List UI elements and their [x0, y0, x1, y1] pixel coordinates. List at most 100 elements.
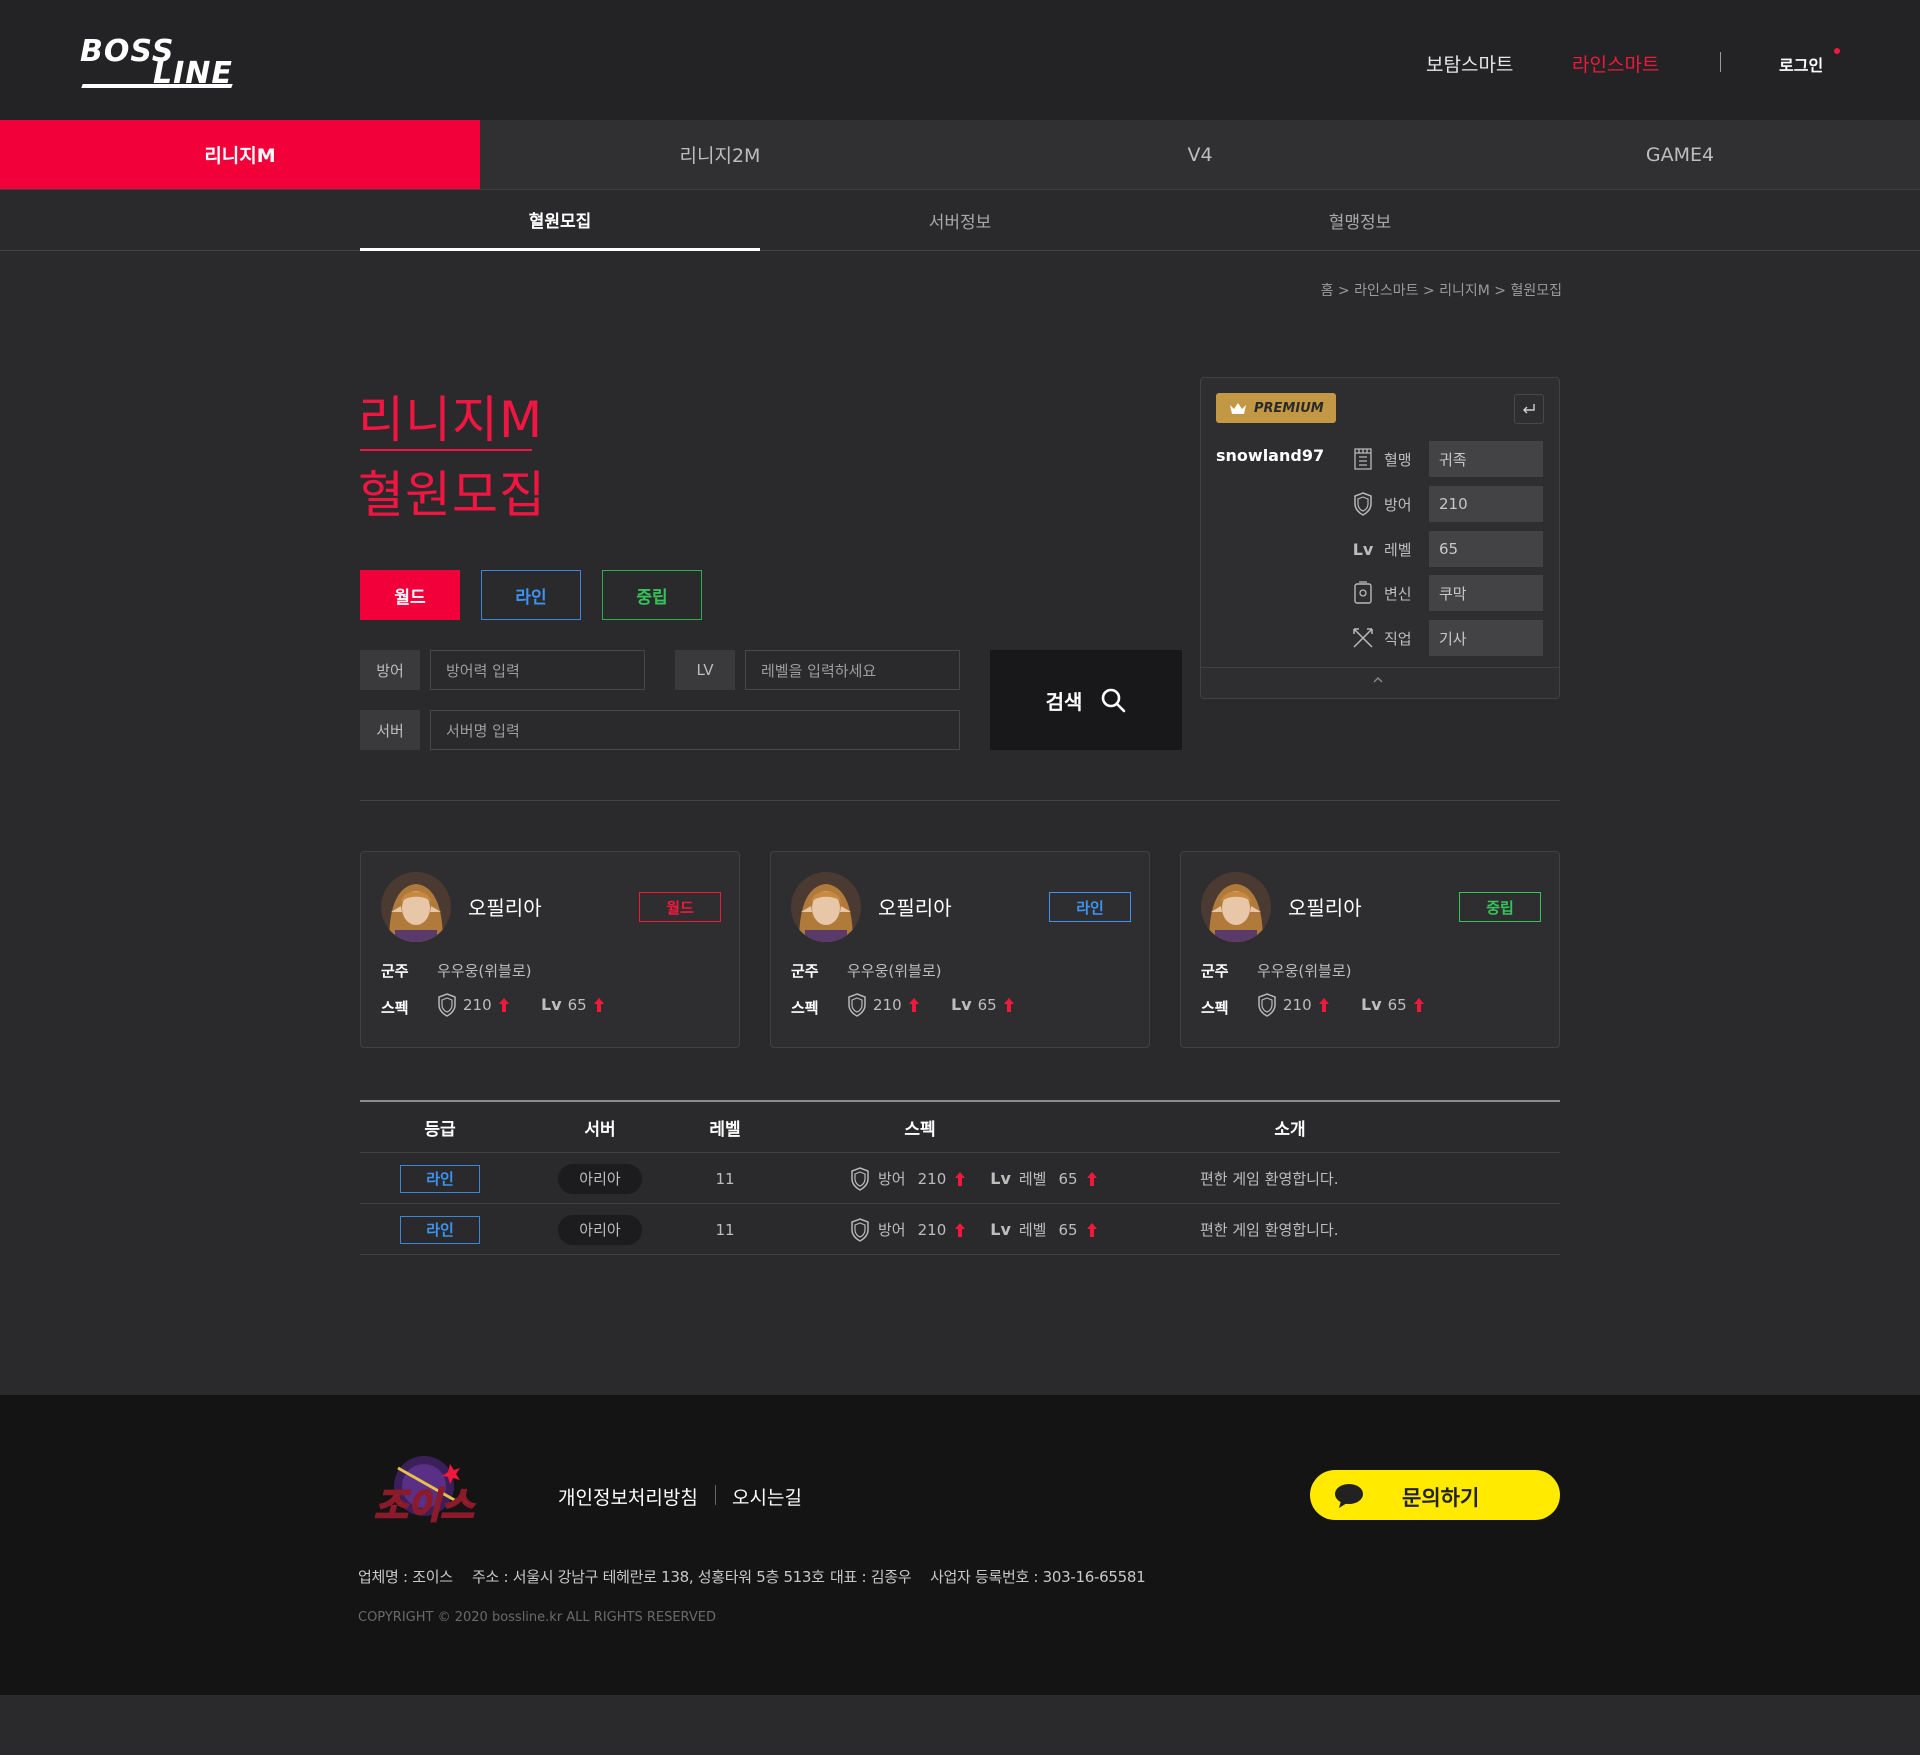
shield-icon — [438, 993, 456, 1017]
tab-game4[interactable]: GAME4 — [1440, 120, 1920, 189]
arrow-up-icon — [1318, 998, 1329, 1012]
transform-icon — [1349, 579, 1377, 607]
panel-defense-label: 방어 — [1384, 496, 1412, 514]
inquiry-button[interactable]: 문의하기 — [1310, 1470, 1560, 1520]
row-defense-value: 210 — [917, 1220, 947, 1239]
tab-recruit[interactable]: 혈원모집 — [360, 190, 760, 251]
logo-underline — [81, 84, 233, 88]
panel-row-clan: 혈맹 귀족 — [1349, 441, 1549, 477]
panel-transform-value: 쿠막 — [1429, 575, 1543, 611]
row-grade-cell: 라인 — [360, 1153, 520, 1204]
crown-icon — [1230, 402, 1246, 414]
arrow-up-icon — [908, 998, 919, 1012]
enter-button[interactable] — [1514, 394, 1544, 424]
table-row[interactable]: 라인 아리아 11 방어 210 Lv 레벨 65 편한 게임 환영합니다. — [360, 1204, 1560, 1255]
card-lord-value: 우우웅(위블로) — [437, 962, 532, 980]
row-intro: 편한 게임 환영합니다. — [1200, 1221, 1339, 1239]
row-level: 11 — [715, 1169, 735, 1188]
search-button[interactable]: 검색 — [990, 650, 1182, 750]
row-defense-label: 방어 — [878, 1221, 906, 1239]
directions-link[interactable]: 오시는길 — [732, 1483, 802, 1510]
copyright: COPYRIGHT © 2020 bossline.kr ALL RIGHTS … — [358, 1610, 716, 1625]
login-link[interactable]: 로그인 — [1779, 52, 1823, 76]
game-tabs: 리니지M 리니지2M V4 GAME4 — [0, 120, 1920, 190]
row-level-label: 레벨 — [1018, 1170, 1047, 1188]
panel-divider — [1201, 667, 1559, 668]
recruit-card[interactable]: 오필리아 라인 군주 우우웅(위블로) 스펙 210 Lv 65 — [770, 851, 1150, 1048]
footer: 조이스 개인정보처리방침 오시는길 문의하기 업체명 : 조이스 주소 : 서울… — [0, 1395, 1920, 1695]
tab-server-info[interactable]: 서버정보 — [760, 190, 1160, 251]
card-level-value: 65 — [977, 995, 997, 1014]
clan-icon — [1349, 445, 1377, 473]
enter-icon — [1523, 404, 1535, 414]
col-intro: 소개 — [1274, 1120, 1306, 1140]
tab-v4[interactable]: V4 — [960, 120, 1440, 189]
recruit-card[interactable]: 오필리아 월드 군주 우우웅(위블로) 스펙 210 Lv 65 — [360, 851, 740, 1048]
page-title-game: 리니지M — [358, 391, 544, 449]
privacy-policy-link[interactable]: 개인정보처리방침 — [558, 1483, 698, 1510]
card-defense-value: 210 — [1283, 996, 1312, 1014]
col-level: 레벨 — [709, 1120, 741, 1140]
card-world-badge: 월드 — [639, 892, 721, 922]
panel-class-value: 기사 — [1429, 620, 1543, 656]
card-spec-label: 스펙 — [381, 999, 409, 1017]
page-bottom-band — [0, 1695, 1920, 1755]
level-input[interactable]: 레벨을 입력하세요 — [745, 650, 960, 690]
row-spec: 방어 210 Lv 레벨 65 — [850, 1204, 1098, 1255]
lv-icon: Lv — [1349, 535, 1377, 563]
grade-badge: 라인 — [400, 1215, 480, 1244]
arrow-up-icon — [955, 1222, 966, 1237]
shield-icon — [851, 1217, 869, 1242]
tab-clan-info[interactable]: 혈맹정보 — [1160, 190, 1560, 251]
panel-level-label: 레벨 — [1384, 541, 1412, 559]
lv-icon: Lv — [541, 995, 562, 1014]
card-level-spec: Lv 65 — [1361, 995, 1425, 1014]
filter-neutral-button[interactable]: 중립 — [602, 570, 702, 620]
col-server: 서버 — [584, 1120, 616, 1140]
table-header: 등급 서버 레벨 스펙 소개 — [360, 1102, 1560, 1153]
panel-row-transform: 변신 쿠막 — [1349, 575, 1549, 611]
row-spec: 방어 210 Lv 레벨 65 — [850, 1153, 1098, 1204]
recruit-card[interactable]: 오필리아 중립 군주 우우웅(위블로) 스펙 210 Lv 65 — [1180, 851, 1560, 1048]
tab-lineage-2m[interactable]: 리니지2M — [480, 120, 960, 189]
breadcrumb: 홈 > 라인스마트 > 리니지M > 혈원모집 — [1320, 283, 1562, 299]
filter-line-button[interactable]: 라인 — [481, 570, 581, 620]
premium-username: snowland97 — [1216, 446, 1325, 465]
lv-icon: Lv — [990, 1220, 1011, 1239]
arrow-up-icon — [1086, 1222, 1097, 1237]
row-grade-cell: 라인 — [360, 1204, 520, 1255]
chevron-up-icon[interactable] — [1371, 675, 1385, 685]
panel-row-level: Lv 레벨 65 — [1349, 531, 1549, 567]
col-grade: 등급 — [424, 1120, 456, 1140]
joys-logo-text: 조이스 — [374, 1486, 475, 1527]
card-level-value: 65 — [1387, 995, 1407, 1014]
nav-bot-smart[interactable]: 보탐스마트 — [1426, 50, 1513, 77]
panel-clan-label: 혈맹 — [1384, 451, 1412, 469]
card-character-name: 오필리아 — [468, 896, 542, 920]
defense-input[interactable]: 방어력 입력 — [430, 650, 645, 690]
row-defense-value: 210 — [917, 1169, 947, 1188]
server-input[interactable]: 서버명 입력 — [430, 710, 960, 750]
arrow-up-icon — [1413, 997, 1424, 1012]
card-defense-value: 210 — [873, 996, 902, 1014]
premium-badge-label: PREMIUM — [1254, 400, 1324, 416]
nav-line-smart[interactable]: 라인스마트 — [1572, 50, 1659, 77]
row-server-cell: 아리아 — [520, 1204, 680, 1255]
bossline-logo[interactable]: BOSS LINE — [78, 34, 238, 92]
card-level-value: 65 — [567, 995, 587, 1014]
card-spec-label: 스펙 — [1201, 999, 1229, 1017]
row-level-value: 65 — [1058, 1220, 1078, 1239]
filter-world-button[interactable]: 월드 — [360, 570, 460, 620]
company-name: 업체명 : 조이스 — [358, 1568, 453, 1586]
row-level-label: 레벨 — [1018, 1221, 1047, 1239]
card-lord-label: 군주 — [1201, 962, 1229, 980]
card-level-spec: Lv 65 — [951, 995, 1015, 1014]
defense-filter-label: 방어 — [360, 650, 420, 690]
table-row[interactable]: 라인 아리아 11 방어 210 Lv 레벨 65 편한 게임 환영합니다. — [360, 1153, 1560, 1204]
joys-logo[interactable]: 조이스 — [358, 1450, 490, 1534]
lv-filter-label: LV — [675, 650, 735, 690]
tab-lineage-m[interactable]: 리니지M — [0, 120, 480, 189]
panel-transform-label: 변신 — [1384, 585, 1412, 603]
business-registration-number: 사업자 등록번호 : 303-16-65581 — [930, 1568, 1146, 1586]
section-divider — [360, 800, 1560, 801]
